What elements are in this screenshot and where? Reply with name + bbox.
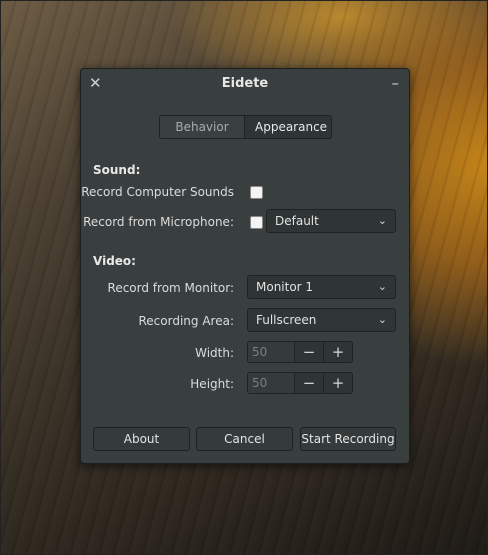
window-title: Eidete	[221, 76, 269, 91]
sound-heading: Sound:	[93, 163, 141, 177]
monitor-label: Record from Monitor:	[107, 281, 234, 295]
cancel-button[interactable]: Cancel	[196, 427, 293, 451]
microphone-checkbox[interactable]	[250, 216, 263, 229]
plus-icon[interactable]: +	[323, 373, 352, 393]
tab-behavior[interactable]: Behavior	[160, 116, 244, 138]
minus-icon[interactable]: −	[294, 373, 323, 393]
monitor-select[interactable]: Monitor 1 ⌄	[247, 275, 396, 299]
titlebar[interactable]: ✕ Eidete –	[81, 69, 409, 97]
eidete-window: ✕ Eidete – Behavior Appearance Sound: Re…	[80, 68, 410, 464]
computer-sounds-label: Record Computer Sounds	[81, 185, 234, 199]
computer-sounds-checkbox[interactable]	[250, 186, 263, 199]
microphone-device-select[interactable]: Default ⌄	[266, 209, 396, 233]
minus-icon[interactable]: −	[294, 342, 323, 362]
chevron-down-icon: ⌄	[377, 214, 387, 227]
close-icon[interactable]: ✕	[89, 69, 102, 97]
width-stepper[interactable]: 50 − +	[247, 341, 353, 363]
minimize-icon[interactable]: –	[392, 69, 400, 97]
chevron-down-icon: ⌄	[377, 313, 387, 326]
tab-appearance[interactable]: Appearance	[244, 116, 331, 138]
microphone-label: Record from Microphone:	[83, 215, 234, 229]
chevron-down-icon: ⌄	[377, 280, 387, 293]
tab-switcher: Behavior Appearance	[159, 115, 332, 139]
recording-area-select[interactable]: Fullscreen ⌄	[247, 308, 396, 332]
recording-area-value: Fullscreen	[256, 313, 317, 327]
about-button[interactable]: About	[93, 427, 190, 451]
height-stepper[interactable]: 50 − +	[247, 372, 353, 394]
start-recording-button[interactable]: Start Recording	[300, 427, 396, 451]
plus-icon[interactable]: +	[323, 342, 352, 362]
microphone-device-value: Default	[275, 214, 319, 228]
width-value[interactable]: 50	[248, 342, 294, 362]
width-label: Width:	[195, 346, 234, 360]
height-label: Height:	[190, 377, 234, 391]
video-heading: Video:	[93, 254, 136, 268]
monitor-value: Monitor 1	[256, 280, 314, 294]
height-value[interactable]: 50	[248, 373, 294, 393]
recording-area-label: Recording Area:	[138, 314, 235, 328]
